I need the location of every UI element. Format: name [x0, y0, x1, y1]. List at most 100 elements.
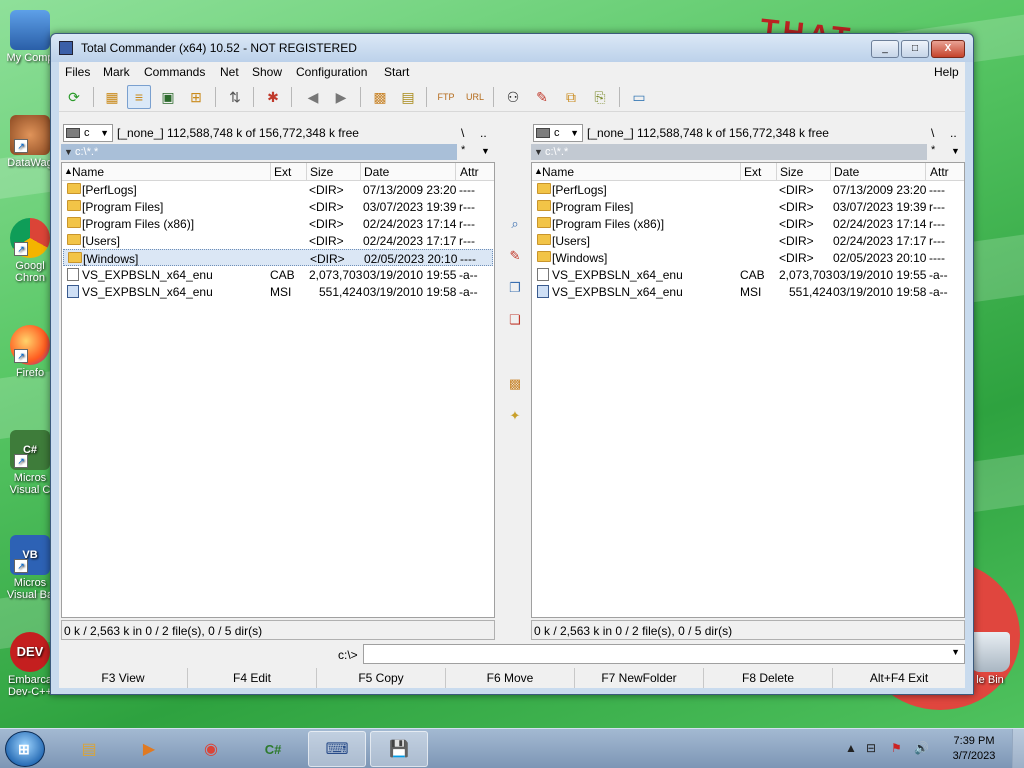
file-row[interactable]: VS_EXPBSLN_x64_enu CAB 2,073,703 03/19/2010…: [533, 266, 963, 283]
right-history-dropdown-icon[interactable]: ▼: [951, 146, 960, 156]
new-folder-icon[interactable]: ✦: [505, 406, 525, 426]
minimize-button[interactable]: _: [871, 40, 899, 58]
column-date[interactable]: Date: [364, 165, 389, 179]
alt-f4-exit-button[interactable]: Alt+F4 Exit: [833, 668, 965, 688]
tree-view-icon[interactable]: ⊞: [184, 85, 208, 109]
file-row[interactable]: VS_EXPBSLN_x64_enu MSI 551,424 03/19/2010 1…: [63, 283, 493, 300]
column-size[interactable]: Size: [310, 165, 333, 179]
action-center-icon[interactable]: ⚑: [891, 741, 902, 755]
f3-view-button[interactable]: F3 View: [59, 668, 188, 688]
menu-commands[interactable]: Commands: [144, 65, 205, 79]
pack-archive-icon[interactable]: ▩: [505, 374, 525, 394]
file-row[interactable]: [Program Files (x86)] <DIR> 02/24/2023 17:…: [63, 215, 493, 232]
search-binoculars-icon[interactable]: ⚇: [501, 85, 525, 109]
right-parent-button[interactable]: ..: [950, 126, 957, 140]
menu-show[interactable]: Show: [252, 65, 282, 79]
url-connect-icon[interactable]: URL: [463, 85, 487, 109]
view-file-icon[interactable]: ⌕: [505, 214, 525, 234]
column-divider[interactable]: [740, 163, 741, 181]
left-file-list[interactable]: ▲ Name Ext Size Date Attr [PerfLogs] <DIR…: [61, 162, 495, 618]
column-size[interactable]: Size: [780, 165, 803, 179]
left-filter-button[interactable]: *: [461, 144, 465, 156]
menu-configuration[interactable]: Configuration: [296, 65, 367, 79]
menu-mark[interactable]: Mark: [103, 65, 130, 79]
network-icon[interactable]: ⊟: [866, 741, 876, 755]
menu-net[interactable]: Net: [220, 65, 239, 79]
right-drive-select[interactable]: c ▼: [533, 124, 583, 142]
keyboard-app-icon[interactable]: ⌨: [308, 731, 366, 767]
column-divider[interactable]: [830, 163, 831, 181]
invert-selection-icon[interactable]: ⇅: [223, 85, 247, 109]
column-ext[interactable]: Ext: [744, 165, 761, 179]
right-root-button[interactable]: \: [931, 126, 934, 140]
right-file-list[interactable]: ▲ Name Ext Size Date Attr [PerfLogs] <DIR…: [531, 162, 965, 618]
explorer-icon[interactable]: ▤: [60, 731, 118, 767]
f6-move-button[interactable]: F6 Move: [446, 668, 575, 688]
f7-newfolder-button[interactable]: F7 NewFolder: [575, 668, 704, 688]
clock[interactable]: 7:39 PM 3/7/2023: [944, 734, 1004, 764]
left-history-dropdown-icon[interactable]: ▼: [481, 146, 490, 156]
multi-rename-icon[interactable]: ✎: [530, 85, 554, 109]
f5-copy-button[interactable]: F5 Copy: [317, 668, 446, 688]
chevron-down-icon[interactable]: ▼: [951, 647, 960, 657]
left-root-button[interactable]: \: [461, 126, 464, 140]
file-row[interactable]: [PerfLogs] <DIR> 07/13/2009 23:20 ----: [533, 181, 963, 198]
start-button[interactable]: ⊞: [5, 731, 45, 767]
title-bar[interactable]: Total Commander (x64) 10.52 - NOT REGIST…: [51, 34, 973, 62]
menu-files[interactable]: Files: [65, 65, 90, 79]
back-arrow-icon[interactable]: ◀: [301, 85, 325, 109]
pack-icon[interactable]: ✱: [261, 85, 285, 109]
file-row-selected[interactable]: [Windows] <DIR> 02/05/2023 20:10 ----: [63, 249, 493, 266]
copy-file-icon[interactable]: ❐: [505, 278, 525, 298]
file-row[interactable]: VS_EXPBSLN_x64_enu CAB 2,073,703 03/19/2010…: [63, 266, 493, 283]
file-row[interactable]: [Program Files (x86)] <DIR> 02/24/2023 17:…: [533, 215, 963, 232]
ftp-connect-icon[interactable]: FTP: [434, 85, 458, 109]
file-row[interactable]: [Program Files] <DIR> 03/07/2023 19:39 r---: [533, 198, 963, 215]
column-name[interactable]: Name: [72, 165, 104, 179]
menu-start[interactable]: Start: [384, 65, 409, 79]
menu-help[interactable]: Help: [934, 65, 959, 79]
show-desktop-button[interactable]: [1012, 729, 1024, 768]
column-attr[interactable]: Attr: [460, 165, 479, 179]
forward-arrow-icon[interactable]: ▶: [329, 85, 353, 109]
chrome-icon[interactable]: ◉: [182, 731, 240, 767]
file-row[interactable]: [Users] <DIR> 02/24/2023 17:17 r---: [533, 232, 963, 249]
right-filter-button[interactable]: *: [931, 144, 935, 156]
left-path-bar[interactable]: ▼ c:\*.*: [61, 144, 457, 160]
left-drive-select[interactable]: c ▼: [63, 124, 113, 142]
file-row[interactable]: [Windows] <DIR> 02/05/2023 20:10 ----: [533, 249, 963, 266]
column-ext[interactable]: Ext: [274, 165, 291, 179]
column-divider[interactable]: [306, 163, 307, 181]
file-row[interactable]: [Program Files] <DIR> 03/07/2023 19:39 r---: [63, 198, 493, 215]
left-parent-button[interactable]: ..: [480, 126, 487, 140]
full-view-icon[interactable]: ≡: [127, 85, 151, 109]
copy-names-icon[interactable]: ⎘: [588, 85, 612, 109]
show-hidden-icons-icon[interactable]: ▲: [845, 741, 857, 755]
column-divider[interactable]: [925, 163, 926, 181]
column-divider[interactable]: [270, 163, 271, 181]
file-row[interactable]: VS_EXPBSLN_x64_enu MSI 551,424 03/19/2010 1…: [533, 283, 963, 300]
unpack-files-icon[interactable]: ▤: [396, 85, 420, 109]
thumbnail-view-icon[interactable]: ▣: [156, 85, 180, 109]
column-name[interactable]: Name: [542, 165, 574, 179]
close-button[interactable]: X: [931, 40, 965, 58]
maximize-button[interactable]: □: [901, 40, 929, 58]
f4-edit-button[interactable]: F4 Edit: [188, 668, 317, 688]
command-line-input[interactable]: ▼: [363, 644, 965, 664]
pack-files-icon[interactable]: ▩: [368, 85, 392, 109]
f8-delete-button[interactable]: F8 Delete: [704, 668, 833, 688]
sync-dirs-icon[interactable]: ⧉: [559, 85, 583, 109]
file-row[interactable]: [Users] <DIR> 02/24/2023 17:17 r---: [63, 232, 493, 249]
notepad-icon[interactable]: ▭: [627, 85, 651, 109]
file-row[interactable]: [PerfLogs] <DIR> 07/13/2009 23:20 ----: [63, 181, 493, 198]
column-attr[interactable]: Attr: [930, 165, 949, 179]
right-path-bar[interactable]: ▼ c:\*.*: [531, 144, 927, 160]
media-player-icon[interactable]: ▶: [120, 731, 178, 767]
edit-file-icon[interactable]: ✎: [505, 246, 525, 266]
column-divider[interactable]: [455, 163, 456, 181]
brief-view-icon[interactable]: ▦: [100, 85, 124, 109]
volume-icon[interactable]: 🔊: [914, 741, 929, 755]
column-date[interactable]: Date: [834, 165, 859, 179]
refresh-icon[interactable]: ⟳: [62, 85, 86, 109]
column-divider[interactable]: [776, 163, 777, 181]
